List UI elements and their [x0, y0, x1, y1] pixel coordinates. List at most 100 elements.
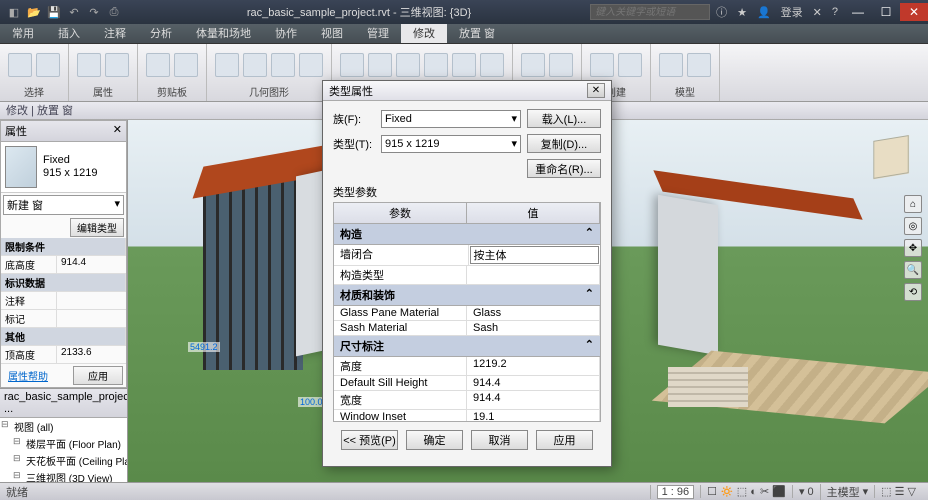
tab-4[interactable]: 体量和场地 [184, 24, 263, 43]
browser-tree[interactable]: 视图 (all)楼层平面 (Floor Plan)天花板平面 (Ceiling … [0, 418, 127, 482]
worksets-segment[interactable]: ▾ 0 [792, 485, 820, 498]
props-row[interactable]: 顶高度2133.6 [1, 346, 126, 364]
model-dropdown[interactable]: 主模型 ▾ [820, 484, 875, 500]
tab-9[interactable]: 放置 窗 [447, 24, 507, 43]
filter-icons[interactable]: ⬚ ☰ ▽ [874, 485, 922, 498]
tab-1[interactable]: 插入 [46, 24, 92, 43]
props-section[interactable]: 限制条件 [1, 238, 126, 256]
star-icon[interactable]: ★ [733, 6, 751, 19]
tree-node[interactable]: 视图 (all) [0, 418, 127, 435]
close-button[interactable]: ✕ [900, 3, 928, 21]
rename-button[interactable]: 重命名(R)... [527, 159, 601, 178]
tab-5[interactable]: 协作 [263, 24, 309, 43]
props-row[interactable]: 标记 [1, 310, 126, 328]
print-icon[interactable]: ⎙ [106, 4, 122, 20]
tab-8[interactable]: 修改 [401, 24, 447, 43]
ribbon-icon[interactable] [8, 53, 32, 77]
tab-3[interactable]: 分析 [138, 24, 184, 43]
param-row[interactable]: 构造类型 [334, 266, 600, 285]
ribbon-icon[interactable] [215, 53, 239, 77]
param-row[interactable]: 宽度914.4 [334, 391, 600, 410]
redo-icon[interactable]: ↷ [86, 4, 102, 20]
param-group[interactable]: 材质和装饰⌃ [334, 285, 600, 306]
orbit-icon[interactable]: ⟲ [904, 283, 922, 301]
tree-node[interactable]: 天花板平面 (Ceiling Plan) [12, 452, 127, 469]
save-icon[interactable]: 💾 [46, 4, 62, 20]
duplicate-button[interactable]: 复制(D)... [527, 134, 601, 153]
tab-7[interactable]: 管理 [355, 24, 401, 43]
home-icon[interactable]: ⌂ [904, 195, 922, 213]
type-select[interactable]: 915 x 1219▾ [381, 135, 521, 153]
help-search-input[interactable] [590, 4, 710, 20]
ribbon-icon[interactable] [521, 53, 545, 77]
ok-button[interactable]: 确定 [406, 430, 463, 450]
properties-help-link[interactable]: 属性帮助 [4, 366, 52, 385]
ribbon-icon[interactable] [687, 53, 711, 77]
minimize-button[interactable]: — [844, 3, 872, 21]
tab-6[interactable]: 视图 [309, 24, 355, 43]
props-row[interactable]: 底高度914.4 [1, 256, 126, 274]
help-icon[interactable]: ? [828, 6, 842, 18]
ribbon-icon[interactable] [480, 53, 504, 77]
apply-button[interactable]: 应用 [73, 366, 123, 385]
props-section[interactable]: 其他 [1, 328, 126, 346]
ribbon-icon[interactable] [452, 53, 476, 77]
ribbon-icon[interactable] [36, 53, 60, 77]
param-row[interactable]: Window Inset19.1 [334, 410, 600, 422]
ribbon-icon[interactable] [271, 53, 295, 77]
maximize-button[interactable]: ☐ [872, 3, 900, 21]
ribbon-icon[interactable] [340, 53, 364, 77]
param-row[interactable]: Glass Pane MaterialGlass [334, 306, 600, 321]
param-row[interactable]: Default Sill Height914.4 [334, 376, 600, 391]
zoom-icon[interactable]: 🔍 [904, 261, 922, 279]
wheel-icon[interactable]: ◎ [904, 217, 922, 235]
props-section[interactable]: 标识数据 [1, 274, 126, 292]
ribbon-icon[interactable] [659, 53, 683, 77]
user-icon[interactable]: 👤 [753, 6, 775, 19]
tree-node[interactable]: 三维视图 (3D View) [12, 469, 127, 482]
tab-0[interactable]: 常用 [0, 24, 46, 43]
ribbon-icon[interactable] [146, 53, 170, 77]
ribbon-icon[interactable] [105, 53, 129, 77]
load-button[interactable]: 载入(L)... [527, 109, 601, 128]
ribbon-icon[interactable] [618, 53, 642, 77]
exchange-icon[interactable]: ✕ [809, 6, 826, 19]
apply-button[interactable]: 应用 [536, 430, 593, 450]
cancel-button[interactable]: 取消 [471, 430, 528, 450]
view-cube[interactable] [866, 132, 916, 182]
ribbon-icon[interactable] [368, 53, 392, 77]
ribbon-icon[interactable] [299, 53, 323, 77]
param-row[interactable]: Sash MaterialSash [334, 321, 600, 336]
open-icon[interactable]: 📂 [26, 4, 42, 20]
scale-segment[interactable]: 1 : 96 [650, 485, 701, 499]
tree-node[interactable]: 楼层平面 (Floor Plan) [12, 435, 127, 452]
info-icon[interactable]: ⓘ [712, 4, 731, 20]
ribbon-icon[interactable] [424, 53, 448, 77]
ribbon-icon[interactable] [174, 53, 198, 77]
dimension-label[interactable]: 100.0 [298, 397, 325, 407]
undo-icon[interactable]: ↶ [66, 4, 82, 20]
param-row[interactable]: 高度1219.2 [334, 357, 600, 376]
tab-2[interactable]: 注释 [92, 24, 138, 43]
param-group[interactable]: 构造⌃ [334, 224, 600, 245]
pan-icon[interactable]: ✥ [904, 239, 922, 257]
ribbon-icon[interactable] [396, 53, 420, 77]
instance-filter-dropdown[interactable]: 新建 窗▾ [3, 195, 124, 215]
ribbon-icon[interactable] [77, 53, 101, 77]
param-group[interactable]: 尺寸标注⌃ [334, 336, 600, 357]
edit-type-button[interactable]: 编辑类型 [70, 218, 124, 237]
view-control-icons[interactable]: ☐ 🔅 ⬚ ◐ ✂ ⬛ [700, 485, 792, 498]
ribbon-icon[interactable] [549, 53, 573, 77]
ribbon-icon[interactable] [243, 53, 267, 77]
param-row[interactable]: 墙闭合按主体 [334, 245, 600, 266]
dialog-close-button[interactable]: ✕ [587, 83, 605, 98]
dialog-titlebar[interactable]: 类型属性 ✕ [323, 81, 611, 101]
props-row[interactable]: 注释 [1, 292, 126, 310]
type-preview[interactable]: Fixed 915 x 1219 [1, 142, 126, 193]
dimension-label[interactable]: 5491.2 [188, 342, 220, 352]
family-select[interactable]: Fixed▾ [381, 110, 521, 128]
login-link[interactable]: 登录 [777, 4, 807, 20]
panel-close-icon[interactable]: ✕ [113, 123, 122, 139]
app-menu-icon[interactable]: ◧ [6, 4, 22, 20]
preview-button[interactable]: << 预览(P) [341, 430, 398, 450]
